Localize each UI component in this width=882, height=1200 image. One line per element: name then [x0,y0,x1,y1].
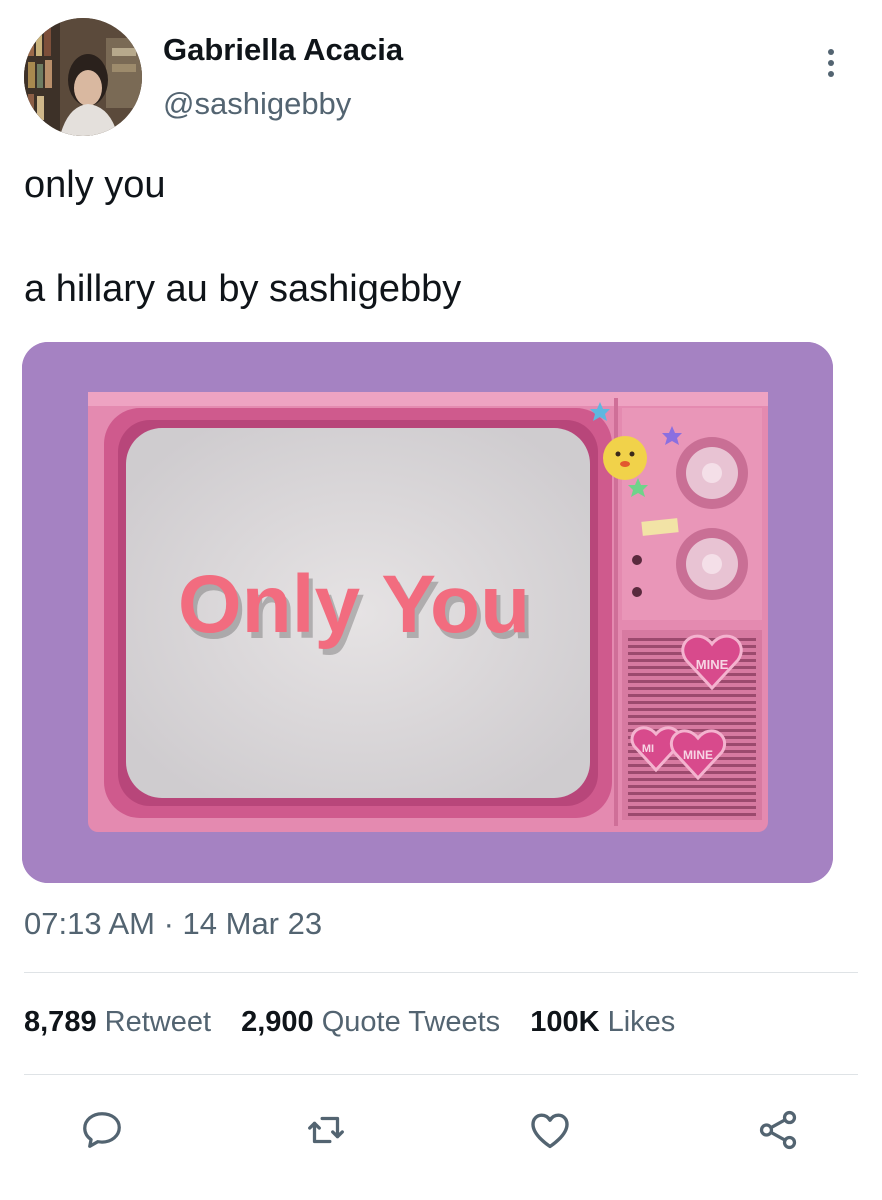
speaker-line [628,806,756,809]
heart-sticker-mi-text: MI [642,743,654,755]
speaker-line [628,708,756,711]
divider [24,1074,858,1075]
tweet-text-line-1: only you [24,164,166,206]
reply-button[interactable] [72,1100,132,1160]
more-dot-icon [828,71,834,77]
speaker-line [628,799,756,802]
retweet-label: Retweet [104,1006,212,1038]
heart-sticker-mine-2-text: MINE [683,748,713,762]
tweet-text-line-2: a hillary au by sashigebby [24,268,462,310]
quote-label: Quote Tweets [321,1006,501,1038]
speaker-line [628,785,756,788]
display-name[interactable]: Gabriella Acacia [163,32,403,68]
tweet-stats: 8,789 Retweet 2,900 Quote Tweets 100K Li… [24,1006,697,1039]
tweet-actions [0,1100,882,1160]
speaker-line [628,722,756,725]
speaker-line [628,778,756,781]
divider [24,972,858,973]
share-button[interactable] [748,1100,808,1160]
speaker-line [628,813,756,816]
speaker-line [628,687,756,690]
quote-count: 2,900 [241,1006,314,1038]
retweet-count: 8,789 [24,1006,97,1038]
speaker-line [628,701,756,704]
user-handle[interactable]: @sashigebby [163,86,351,122]
speaker-line [628,694,756,697]
speaker-line [628,680,756,683]
retweet-icon [308,1116,344,1144]
more-options-button[interactable] [816,38,846,88]
speaker-line [628,715,756,718]
like-button[interactable] [520,1100,580,1160]
like-icon [531,1113,569,1149]
more-dot-icon [828,60,834,66]
avatar[interactable] [24,18,142,136]
reply-icon [83,1112,121,1148]
more-dot-icon [828,49,834,55]
heart-sticker-mine-text: MINE [696,657,729,672]
like-label: Likes [607,1006,676,1038]
smiley-sticker [603,436,647,480]
tweet-header: Gabriella Acacia @sashigebby [24,18,858,138]
quote-count-link[interactable]: 2,900 Quote Tweets [241,1006,500,1039]
screen-title: Only You [178,559,530,650]
retweet-count-link[interactable]: 8,789 Retweet [24,1006,211,1039]
tweet-timestamp[interactable]: 07:13 AM · 14 Mar 23 [24,906,322,942]
tweet-media-image[interactable]: MINE MI MINE Only You Only You [22,342,833,883]
like-count: 100K [530,1006,600,1038]
speaker-line [628,673,756,676]
share-icon [759,1110,797,1150]
like-count-link[interactable]: 100K Likes [530,1006,675,1039]
speaker-line [628,792,756,795]
retweet-button[interactable] [296,1100,356,1160]
